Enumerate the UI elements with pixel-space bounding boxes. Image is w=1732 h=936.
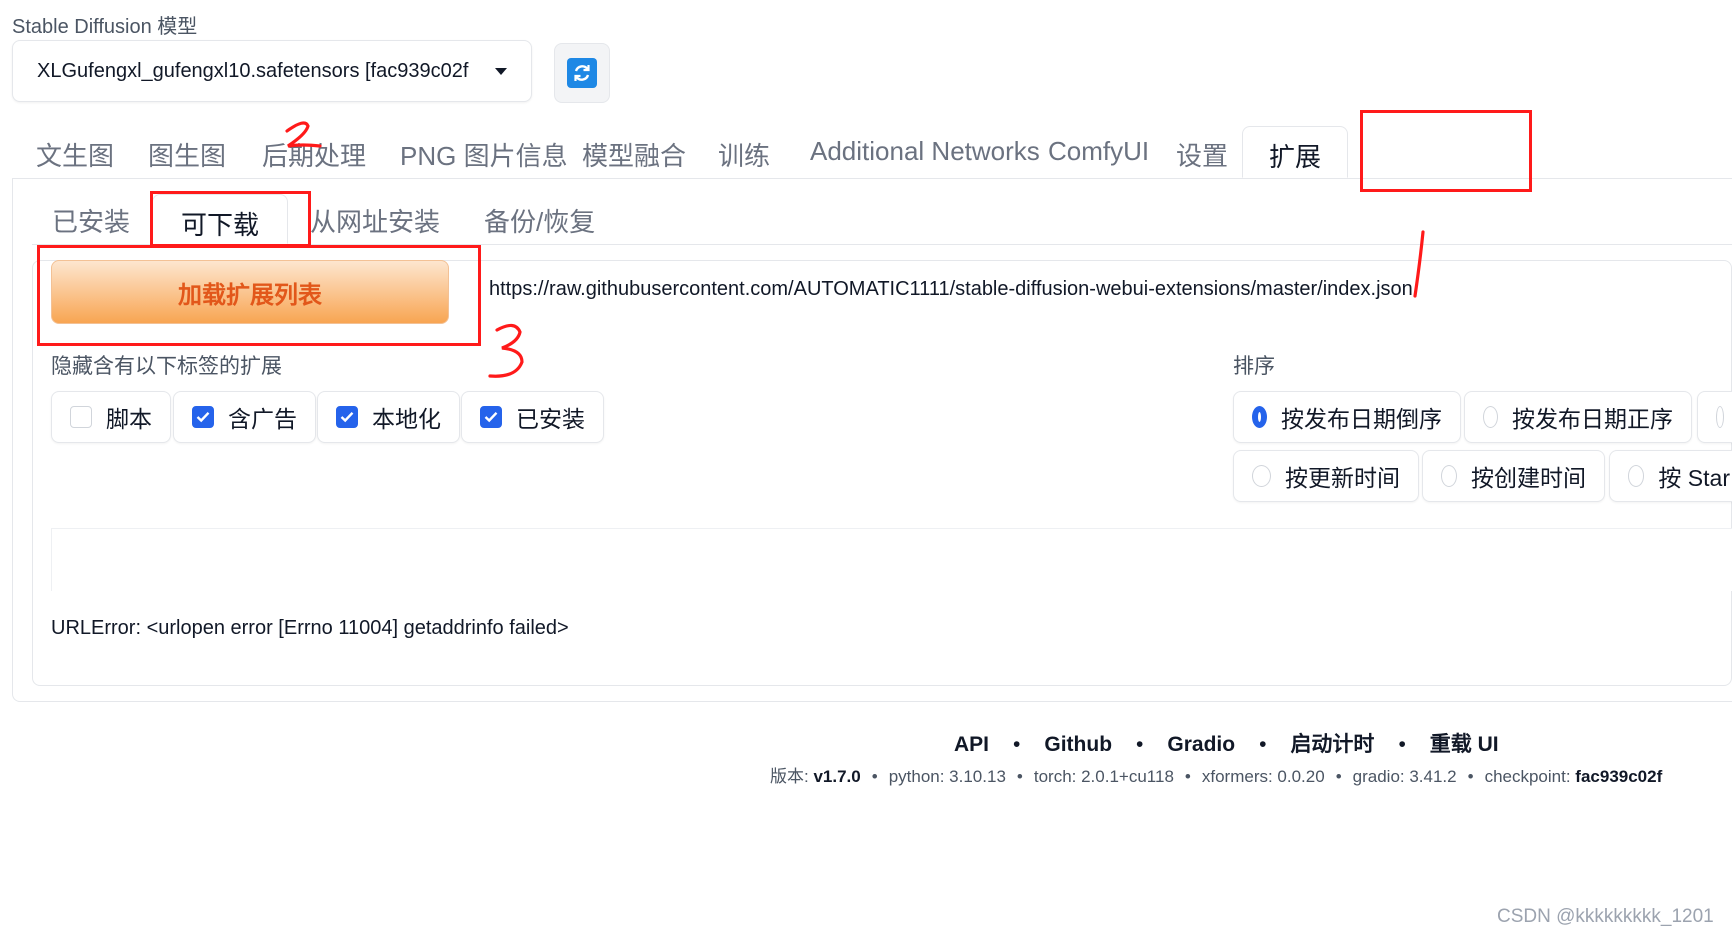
mark-2: 2 [285, 141, 286, 143]
watermark: CSDN @kkkkkkkkk_1201 [1497, 906, 1714, 927]
annotation-handwriting: 2 [285, 121, 1425, 378]
